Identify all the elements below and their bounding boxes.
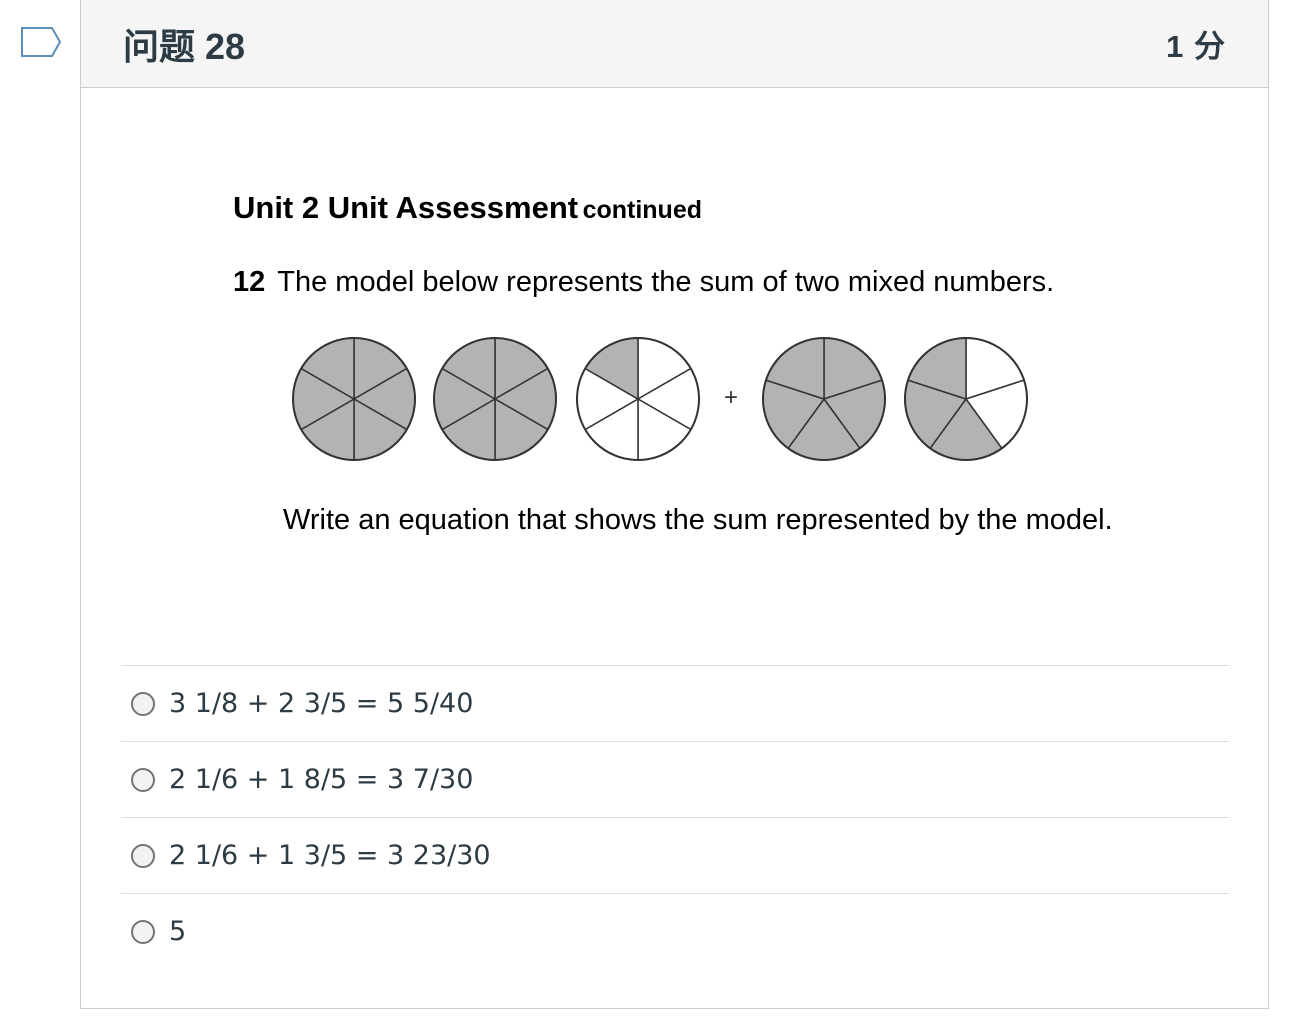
question-points: 1 分	[1166, 29, 1226, 64]
sixths-circle	[576, 337, 700, 461]
answer-label: 2 1/6 + 1 8/5 = 3 7/30	[169, 764, 474, 795]
answer-option[interactable]: 5	[121, 893, 1229, 969]
stem-heading-continued: continued	[582, 196, 702, 224]
answer-label: 5	[169, 916, 187, 947]
stem-prompt: Write an equation that shows the sum rep…	[283, 504, 1113, 536]
fifths-circle	[762, 337, 886, 461]
fraction-circle-model: +	[292, 337, 1028, 461]
radio-button[interactable]	[131, 919, 155, 944]
question-body: Unit 2 Unit Assessment continued 12 The m…	[81, 88, 1268, 1008]
stem-heading-main: Unit 2 Unit Assessment	[233, 190, 579, 225]
answer-option[interactable]: 3 1/8 + 2 3/5 = 5 5/40	[121, 665, 1229, 741]
flag-question-icon[interactable]	[20, 26, 64, 58]
answer-list: 3 1/8 + 2 3/5 = 5 5/40 2 1/6 + 1 8/5 = 3…	[121, 665, 1229, 969]
question-title: 问题 28	[123, 25, 246, 67]
radio-button[interactable]	[131, 691, 155, 716]
answer-option[interactable]: 2 1/6 + 1 8/5 = 3 7/30	[121, 741, 1229, 817]
answer-label: 2 1/6 + 1 3/5 = 3 23/30	[169, 840, 491, 871]
question-card: 问题 28 1 分 Unit 2 Unit Assessment continu…	[80, 0, 1269, 1009]
answer-option[interactable]: 2 1/6 + 1 3/5 = 3 23/30	[121, 817, 1229, 893]
sixths-circle	[433, 337, 557, 461]
radio-button[interactable]	[131, 767, 155, 792]
stem-heading: Unit 2 Unit Assessment continued	[233, 190, 702, 226]
item-text: The model below represents the sum of tw…	[277, 266, 1055, 298]
radio-button[interactable]	[131, 843, 155, 868]
item-number: 12	[233, 266, 266, 298]
question-header: 问题 28 1 分	[81, 0, 1268, 88]
stem-text: 12 The model below represents the sum of …	[233, 266, 1054, 299]
sixths-circle	[292, 337, 416, 461]
plus-sign: +	[724, 384, 738, 411]
answer-label: 3 1/8 + 2 3/5 = 5 5/40	[169, 688, 474, 719]
fifths-circle	[904, 337, 1028, 461]
